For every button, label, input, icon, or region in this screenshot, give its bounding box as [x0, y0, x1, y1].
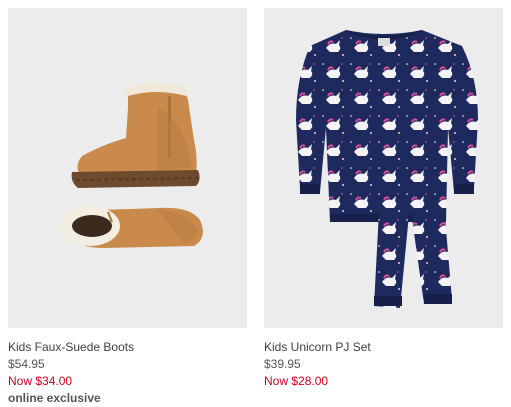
product-name[interactable]: Kids Faux-Suede Boots	[8, 339, 247, 356]
boots-product-image[interactable]	[8, 8, 247, 328]
original-price: $54.95	[8, 357, 45, 371]
sale-price: Now $34.00	[8, 374, 73, 388]
boots-icon	[60, 82, 203, 248]
pajamas-icon	[296, 30, 478, 308]
product-card-boots[interactable]: Kids Faux-Suede Boots $54.95 Now $34.00 …	[8, 8, 247, 407]
sale-price: Now $28.00	[264, 374, 329, 388]
product-card-unicorn-pj[interactable]: Kids Unicorn PJ Set $39.95 Now $28.00	[264, 8, 503, 390]
original-price: $39.95	[264, 357, 301, 371]
unicorn-pajamas-product-image[interactable]	[264, 8, 503, 328]
product-name[interactable]: Kids Unicorn PJ Set	[264, 339, 503, 356]
online-exclusive-badge: online exclusive	[8, 391, 101, 405]
